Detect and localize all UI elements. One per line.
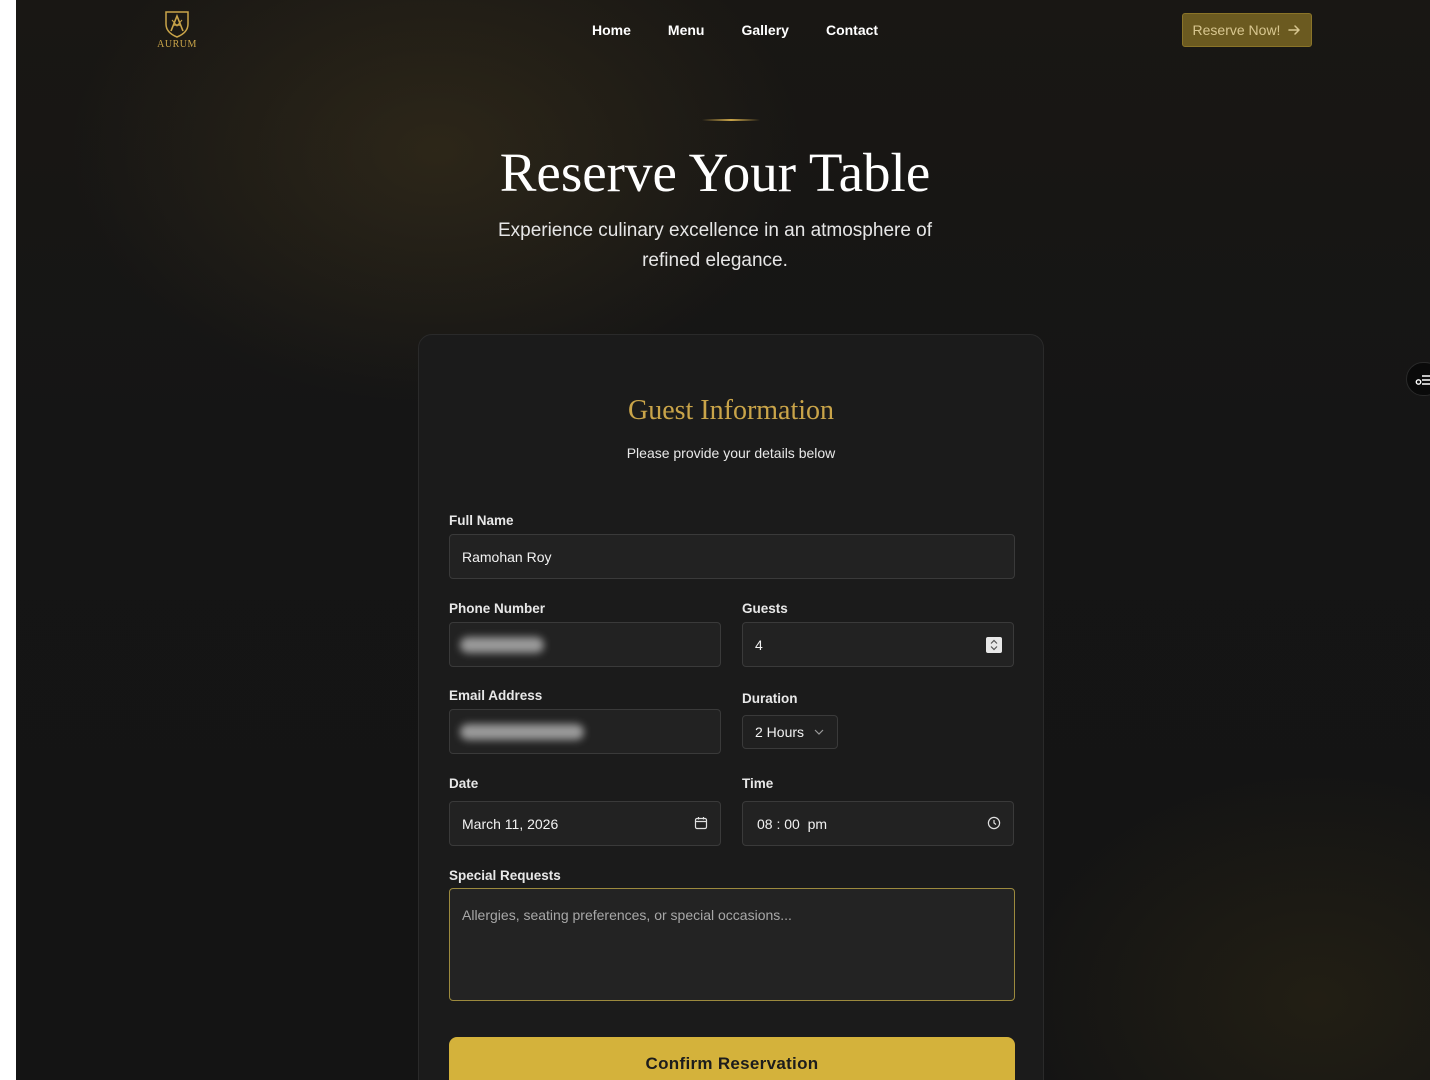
full-name-input[interactable]: Ramohan Roy xyxy=(449,534,1015,579)
full-name-label: Full Name xyxy=(449,513,514,528)
date-value: March 11, 2026 xyxy=(462,815,559,832)
nav-menu[interactable]: Menu xyxy=(668,22,705,38)
email-redacted xyxy=(460,724,584,740)
reserve-now-button[interactable]: Reserve Now! xyxy=(1182,13,1312,47)
special-requests-label: Special Requests xyxy=(449,868,561,883)
time-input[interactable]: 08 : 00 pm xyxy=(742,801,1014,846)
time-value: 08 : 00 pm xyxy=(757,815,828,832)
phone-input[interactable] xyxy=(449,622,721,667)
reservation-form-card: Guest Information Please provide your de… xyxy=(418,334,1044,1080)
nav-contact[interactable]: Contact xyxy=(826,22,878,38)
guests-input[interactable]: 4 xyxy=(742,622,1014,667)
accessibility-widget[interactable] xyxy=(1406,362,1430,396)
chevron-down-icon xyxy=(814,729,824,735)
duration-value: 2 Hours xyxy=(755,724,805,740)
main-nav: Home Menu Gallery Contact xyxy=(592,22,878,38)
phone-redacted xyxy=(460,637,544,653)
special-requests-textarea[interactable]: Allergies, seating preferences, or speci… xyxy=(449,888,1015,1001)
guests-value: 4 xyxy=(755,636,763,653)
duration-label: Duration xyxy=(742,691,798,706)
confirm-reservation-button[interactable]: Confirm Reservation xyxy=(449,1037,1015,1080)
arrow-right-icon xyxy=(1288,25,1301,35)
date-label: Date xyxy=(449,776,479,791)
time-label: Time xyxy=(742,776,774,791)
hero-divider xyxy=(702,119,760,121)
duration-select[interactable]: 2 Hours xyxy=(742,715,838,749)
crest-icon xyxy=(165,11,189,38)
email-label: Email Address xyxy=(449,688,543,703)
clock-icon[interactable] xyxy=(987,816,1001,830)
hero-subtitle-line2: refined elegance. xyxy=(642,250,788,271)
form-subtitle: Please provide your details below xyxy=(626,445,836,461)
guests-label: Guests xyxy=(742,601,788,616)
guests-stepper[interactable] xyxy=(986,637,1002,653)
hero-subtitle-line1: Experience culinary excellence in an atm… xyxy=(497,220,933,241)
brand-logo[interactable]: AURUM xyxy=(156,10,198,50)
special-requests-placeholder: Allergies, seating preferences, or speci… xyxy=(462,907,792,923)
brand-name: AURUM xyxy=(157,39,197,50)
email-input[interactable] xyxy=(449,709,721,754)
phone-label: Phone Number xyxy=(449,601,546,616)
hero-subtitle: Experience culinary excellence in an atm… xyxy=(16,216,1430,276)
form-title: Guest Information xyxy=(627,395,835,426)
page-title: Reserve Your Table xyxy=(499,142,931,203)
reserve-now-label: Reserve Now! xyxy=(1192,22,1281,38)
settings-toggle-icon xyxy=(1415,375,1430,385)
date-input[interactable]: March 11, 2026 xyxy=(449,801,721,846)
nav-home[interactable]: Home xyxy=(592,22,631,38)
page: AURUM Home Menu Gallery Contact Reserve … xyxy=(16,0,1430,1080)
calendar-icon[interactable] xyxy=(694,816,708,830)
full-name-value: Ramohan Roy xyxy=(462,548,552,565)
nav-gallery[interactable]: Gallery xyxy=(741,22,788,38)
stepper-arrows-icon xyxy=(990,639,998,651)
